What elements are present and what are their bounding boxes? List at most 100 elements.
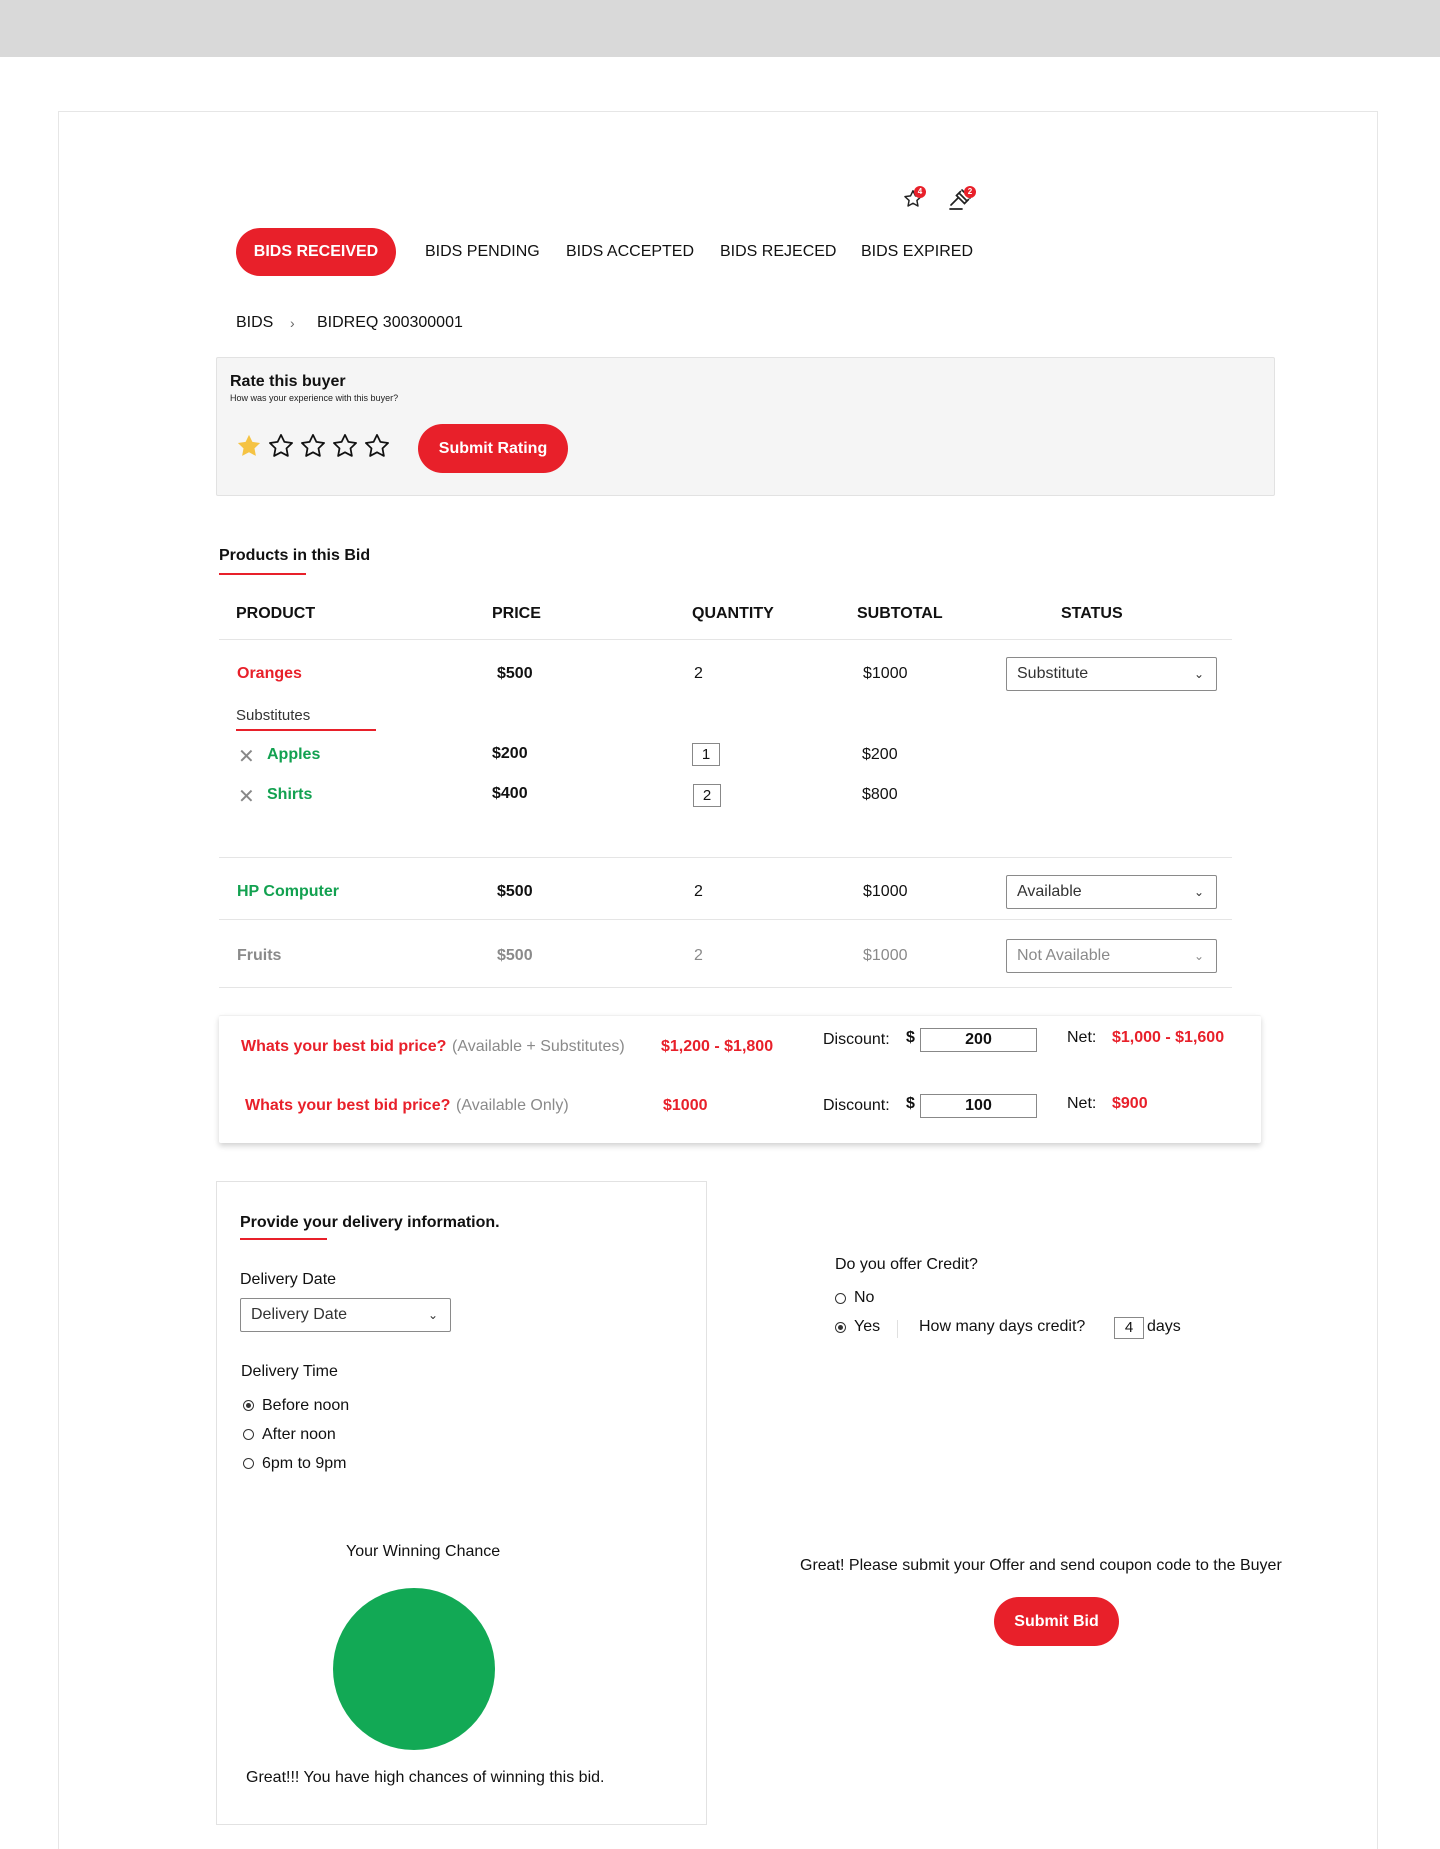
delivery-title-underline bbox=[240, 1238, 327, 1240]
row-divider bbox=[219, 919, 1232, 920]
currency-symbol: $ bbox=[906, 1029, 915, 1046]
product-subtotal: $1000 bbox=[863, 883, 908, 900]
bid-question: Whats your best bid price? bbox=[241, 1038, 447, 1055]
substitute-quantity-input[interactable]: 2 bbox=[693, 784, 721, 807]
tab-bids-rejected[interactable]: BIDS REJECED bbox=[720, 228, 836, 276]
credit-option-label: No bbox=[854, 1289, 875, 1306]
winning-chance-message: Great!!! You have high chances of winnin… bbox=[246, 1769, 605, 1786]
submit-rating-button[interactable]: Submit Rating bbox=[418, 424, 568, 473]
radio-button[interactable] bbox=[243, 1400, 254, 1411]
product-quantity: 2 bbox=[694, 947, 703, 964]
credit-question: Do you offer Credit? bbox=[835, 1256, 978, 1273]
delivery-time-option-label: After noon bbox=[262, 1426, 336, 1443]
net-value: $900 bbox=[1112, 1095, 1148, 1112]
substitute-name[interactable]: Shirts bbox=[267, 786, 312, 804]
tab-bids-expired[interactable]: BIDS EXPIRED bbox=[861, 228, 973, 276]
submit-message: Great! Please submit your Offer and send… bbox=[800, 1557, 1282, 1574]
delivery-date-select[interactable]: Delivery Date ⌄ bbox=[240, 1298, 451, 1332]
star-4-icon[interactable] bbox=[331, 432, 359, 460]
rate-buyer-title: Rate this buyer bbox=[230, 373, 346, 390]
chevron-down-icon: ⌄ bbox=[1193, 667, 1204, 681]
winning-chance-indicator bbox=[333, 1588, 495, 1750]
products-title-underline bbox=[219, 573, 306, 575]
product-name[interactable]: Fruits bbox=[237, 947, 281, 965]
substitute-price: $400 bbox=[492, 785, 528, 802]
delivery-time-option-label: Before noon bbox=[262, 1397, 350, 1414]
credit-option-label: Yes bbox=[854, 1318, 881, 1335]
star-5-icon[interactable] bbox=[363, 432, 391, 460]
status-select-value: Available bbox=[1017, 883, 1082, 900]
col-header-product: PRODUCT bbox=[236, 605, 316, 622]
credit-divider bbox=[897, 1320, 898, 1338]
bids-button[interactable]: 2 bbox=[948, 186, 976, 214]
bid-range: $1,200 - $1,800 bbox=[661, 1038, 774, 1055]
bid-question: Whats your best bid price? bbox=[245, 1097, 451, 1114]
product-quantity: 2 bbox=[694, 665, 703, 682]
delivery-time-option-label: 6pm to 9pm bbox=[262, 1455, 347, 1472]
star-3-icon[interactable] bbox=[299, 432, 327, 460]
substitute-price: $200 bbox=[492, 745, 528, 762]
status-select[interactable]: Substitute ⌄ bbox=[1006, 657, 1217, 691]
net-label: Net: bbox=[1067, 1029, 1097, 1046]
product-price: $500 bbox=[497, 665, 533, 682]
favorites-count-badge: 4 bbox=[914, 186, 926, 198]
table-header-divider bbox=[219, 639, 1232, 640]
product-quantity: 2 bbox=[694, 883, 703, 900]
radio-button[interactable] bbox=[243, 1429, 254, 1440]
bid-price-card bbox=[219, 1015, 1261, 1143]
radio-button[interactable] bbox=[243, 1458, 254, 1469]
tab-bids-pending[interactable]: BIDS PENDING bbox=[425, 228, 540, 276]
breadcrumb-bids[interactable]: BIDS bbox=[236, 314, 273, 332]
product-price: $500 bbox=[497, 883, 533, 900]
discount-label: Discount: bbox=[823, 1031, 890, 1048]
delivery-date-value: Delivery Date bbox=[251, 1306, 348, 1323]
substitutes-underline bbox=[236, 729, 376, 731]
product-name[interactable]: HP Computer bbox=[237, 883, 339, 901]
remove-substitute-icon[interactable]: ✕ bbox=[238, 784, 255, 809]
rate-buyer-panel bbox=[216, 357, 1275, 496]
chevron-down-icon: ⌄ bbox=[1193, 949, 1204, 963]
substitute-name[interactable]: Apples bbox=[267, 746, 320, 764]
credit-days-unit: days bbox=[1147, 1318, 1181, 1335]
row-divider bbox=[219, 987, 1232, 988]
credit-days-input[interactable]: 4 bbox=[1114, 1317, 1144, 1339]
col-header-subtotal: SUBTOTAL bbox=[857, 605, 943, 622]
col-header-quantity: QUANTITY bbox=[692, 605, 774, 622]
delivery-date-label: Delivery Date bbox=[240, 1271, 337, 1288]
status-select-value: Substitute bbox=[1017, 665, 1089, 682]
chevron-down-icon: ⌄ bbox=[1193, 885, 1204, 899]
favorites-button[interactable]: 4 bbox=[902, 186, 930, 214]
discount-input[interactable]: 100 bbox=[920, 1094, 1037, 1118]
radio-button[interactable] bbox=[835, 1293, 846, 1304]
bid-qualifier: (Available + Substitutes) bbox=[452, 1038, 625, 1055]
star-2-icon[interactable] bbox=[267, 432, 295, 460]
delivery-title: Provide your delivery information. bbox=[240, 1214, 500, 1231]
discount-label: Discount: bbox=[823, 1097, 890, 1114]
product-subtotal: $1000 bbox=[863, 947, 908, 964]
radio-button[interactable] bbox=[835, 1322, 846, 1333]
rate-buyer-subtitle: How was your experience with this buyer? bbox=[230, 393, 399, 403]
net-label: Net: bbox=[1067, 1095, 1097, 1112]
row-divider bbox=[219, 857, 1232, 858]
tab-bids-accepted[interactable]: BIDS ACCEPTED bbox=[566, 228, 694, 276]
discount-input[interactable]: 200 bbox=[920, 1028, 1037, 1052]
products-section-title: Products in this Bid bbox=[219, 547, 371, 564]
tab-bids-received[interactable]: BIDS RECEIVED bbox=[236, 228, 396, 276]
submit-bid-button[interactable]: Submit Bid bbox=[994, 1597, 1119, 1646]
remove-substitute-icon[interactable]: ✕ bbox=[238, 744, 255, 769]
winning-chance-title: Your Winning Chance bbox=[346, 1543, 501, 1560]
breadcrumb-separator-icon: › bbox=[290, 315, 295, 331]
product-subtotal: $1000 bbox=[863, 665, 908, 682]
substitutes-label: Substitutes bbox=[236, 707, 311, 724]
col-header-status: STATUS bbox=[1061, 605, 1123, 622]
status-select[interactable]: Available ⌄ bbox=[1006, 875, 1217, 909]
net-value: $1,000 - $1,600 bbox=[1112, 1029, 1225, 1046]
substitute-subtotal: $200 bbox=[862, 746, 898, 763]
substitute-quantity-input[interactable]: 1 bbox=[692, 743, 720, 766]
delivery-time-label: Delivery Time bbox=[241, 1363, 338, 1380]
product-name[interactable]: Oranges bbox=[237, 665, 302, 683]
star-1-icon[interactable] bbox=[235, 432, 263, 460]
bids-count-badge: 2 bbox=[964, 186, 976, 198]
product-price: $500 bbox=[497, 947, 533, 964]
status-select[interactable]: Not Available ⌄ bbox=[1006, 939, 1217, 973]
